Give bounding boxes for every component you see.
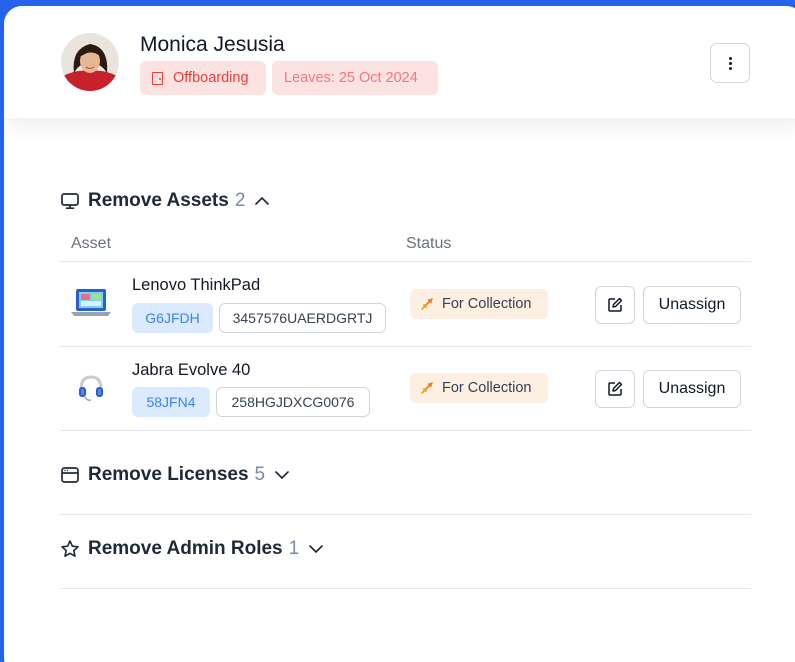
asset-serial: 3457576UAERDGRTJ <box>219 303 386 333</box>
remove-admin-roles-section-toggle[interactable]: Remove Admin Roles 1 <box>60 538 325 560</box>
remove-assets-title: Remove Assets <box>88 190 229 211</box>
browser-window-icon <box>61 467 79 483</box>
chevron-up-icon <box>255 197 270 205</box>
edit-asset-button[interactable] <box>595 286 635 324</box>
remove-licenses-count: 5 <box>254 464 266 485</box>
asset-name-lenovo-thinkpad: Lenovo ThinkPad <box>132 276 261 294</box>
employee-name: Monica Jesusia <box>140 33 285 56</box>
star-icon <box>61 540 79 557</box>
asset-tag: 58JFN4 <box>132 387 210 417</box>
divider <box>60 430 751 431</box>
chevron-down-icon <box>275 471 289 479</box>
offboarding-status-label: Offboarding <box>173 70 249 86</box>
remove-licenses-title: Remove Licenses <box>88 464 249 485</box>
remove-assets-section-toggle[interactable]: Remove Assets 2 <box>60 190 271 212</box>
asset-tag: G6JFDH <box>132 303 213 333</box>
status-badge: For Collection <box>410 289 548 319</box>
chevron-down-icon <box>309 545 324 553</box>
avatar-photo-icon <box>61 33 119 91</box>
offboarding-status-badge: Offboarding <box>140 61 266 95</box>
employee-header: Monica Jesusia Offboarding Leaves: 25 Oc… <box>4 6 795 118</box>
status-label: For Collection <box>442 380 532 396</box>
remove-licenses-section-toggle[interactable]: Remove Licenses 5 <box>60 464 291 486</box>
collection-arrows-icon <box>421 298 433 310</box>
remove-admin-roles-title: Remove Admin Roles <box>88 538 283 559</box>
more-options-button[interactable] <box>710 43 750 83</box>
divider <box>60 346 751 347</box>
status-badge: For Collection <box>410 373 548 403</box>
leave-date-badge: Leaves: 25 Oct 2024 <box>272 61 438 95</box>
remove-assets-count: 2 <box>234 190 246 211</box>
edit-icon <box>608 381 623 396</box>
more-vertical-icon <box>728 61 732 65</box>
asset-serial: 258HGJDXCG0076 <box>216 387 370 417</box>
door-icon <box>152 71 163 85</box>
divider <box>60 261 751 262</box>
unassign-button[interactable]: Unassign <box>643 286 741 324</box>
remove-admin-roles-count: 1 <box>288 538 300 559</box>
unassign-button[interactable]: Unassign <box>643 370 741 408</box>
status-label: For Collection <box>442 296 532 312</box>
column-header-status: Status <box>406 235 452 252</box>
leave-date-label: Leaves: 25 Oct 2024 <box>284 70 418 86</box>
offboarding-card: Monica Jesusia Offboarding Leaves: 25 Oc… <box>4 6 795 662</box>
avatar <box>61 33 119 91</box>
headset-icon <box>79 375 103 401</box>
edit-icon <box>608 297 623 312</box>
monitor-icon <box>61 193 79 210</box>
edit-asset-button[interactable] <box>595 370 635 408</box>
divider <box>60 514 751 515</box>
asset-name-jabra-evolve-40: Jabra Evolve 40 <box>132 361 251 379</box>
collection-arrows-icon <box>421 382 433 394</box>
laptop-icon <box>71 289 111 316</box>
divider <box>60 588 751 589</box>
column-header-asset: Asset <box>71 235 112 252</box>
